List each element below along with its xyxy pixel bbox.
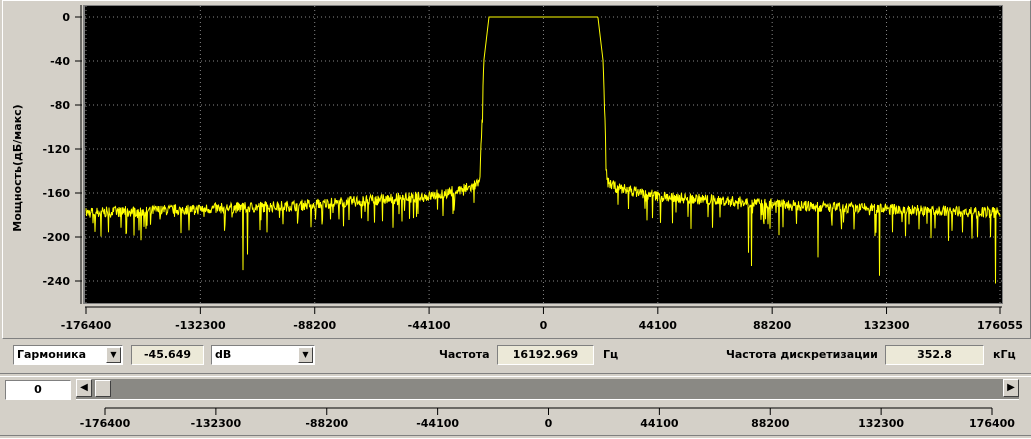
y-tick-label: -120 xyxy=(42,143,70,156)
x-tick-label: -44100 xyxy=(408,319,451,332)
scroll-right-button[interactable]: ▶ xyxy=(1003,379,1019,397)
y-tick-label: -200 xyxy=(42,231,70,244)
unit-select[interactable]: dB ▼ xyxy=(211,345,315,365)
y-axis-label: Мощность(дБ/макс) xyxy=(11,104,24,231)
scroll-tick-label: -44100 xyxy=(416,417,459,430)
x-tick-label: -176400 xyxy=(61,319,112,332)
scroll-tick-label: -176400 xyxy=(80,417,131,430)
scroll-tick-label: 44100 xyxy=(640,417,679,430)
position-field[interactable]: 0 xyxy=(5,380,71,400)
spectrum-chart: Мощность(дБ/макс) 0 -40 -80 -120 -160 -200 -24… xyxy=(11,5,1023,332)
scroll-tick-label: 88200 xyxy=(751,417,790,430)
y-tick-label: -240 xyxy=(42,275,70,288)
x-tick-label: 88200 xyxy=(753,319,792,332)
scroll-axis: -176400 -132300 -88200 -44100 0 44100 88200 132… xyxy=(80,407,1015,430)
x-tick-label: 176055 xyxy=(977,319,1023,332)
y-tick-label: 0 xyxy=(62,11,70,24)
scroll-thumb[interactable] xyxy=(95,380,111,397)
scroll-tick-label: 0 xyxy=(545,417,553,430)
x-tick-label: -132300 xyxy=(175,319,226,332)
x-tick-label: -88200 xyxy=(293,319,336,332)
frequency-label: Частота xyxy=(439,348,490,361)
chevron-down-icon[interactable]: ▼ xyxy=(298,347,313,363)
scroll-tick-label: 132300 xyxy=(858,417,904,430)
frequency-scrollbar[interactable]: ◀ ▶ xyxy=(76,379,1019,400)
level-field[interactable]: -45.649 xyxy=(131,345,204,365)
x-tick-label: 132300 xyxy=(864,319,910,332)
x-tick-label: 44100 xyxy=(639,319,678,332)
scroll-left-button[interactable]: ◀ xyxy=(76,379,92,397)
sample-rate-field[interactable]: 352.8 xyxy=(885,345,984,365)
mode-select[interactable]: Гармоника ▼ xyxy=(13,345,123,365)
sample-rate-unit: кГц xyxy=(993,348,1016,361)
divider xyxy=(0,435,1031,439)
scroll-tick-label: -88200 xyxy=(305,417,348,430)
scroll-tick-label: 176400 xyxy=(969,417,1015,430)
y-tick-label: -40 xyxy=(50,55,70,68)
frequency-field[interactable]: 16192.969 xyxy=(497,345,594,365)
x-tick-label: 0 xyxy=(540,319,548,332)
divider xyxy=(0,373,1031,377)
scroll-tick-label: -132300 xyxy=(191,417,242,430)
y-tick-label: -80 xyxy=(50,99,70,112)
sample-rate-label: Частота дискретизации xyxy=(726,348,878,361)
chevron-down-icon[interactable]: ▼ xyxy=(106,347,121,363)
unit-value: dB xyxy=(215,348,232,361)
frequency-unit: Гц xyxy=(603,348,619,361)
mode-value: Гармоника xyxy=(17,348,87,361)
y-tick-label: -160 xyxy=(42,187,70,200)
